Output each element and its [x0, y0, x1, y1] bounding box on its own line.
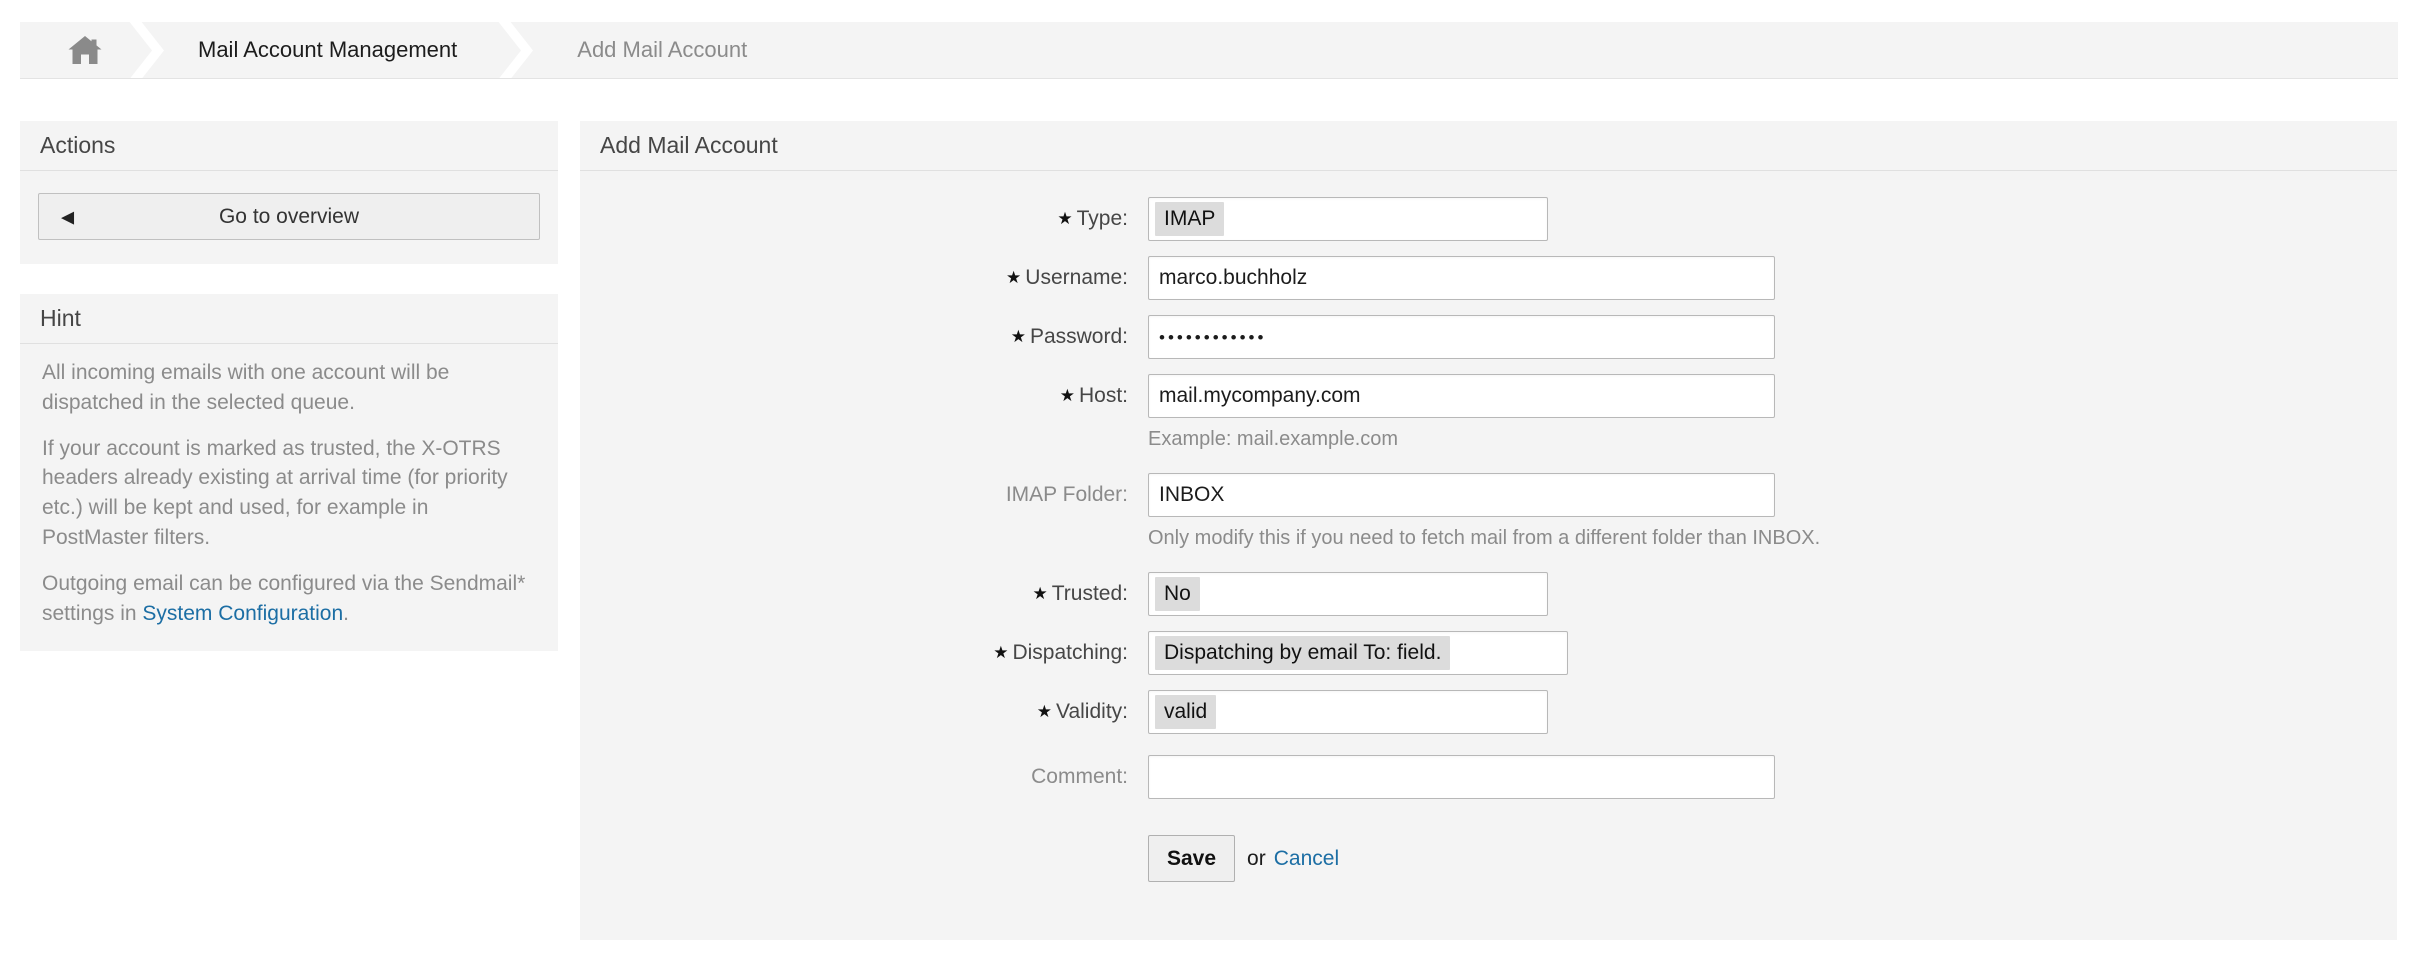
- form-row-validity: ★Validity: valid: [580, 690, 2397, 735]
- field-password: ••••••••••••: [1148, 315, 1775, 359]
- password-input[interactable]: ••••••••••••: [1148, 315, 1775, 359]
- breadcrumb-item-add-mail-account: Add Mail Account: [533, 22, 781, 78]
- actions-widget-body: ◀ Go to overview: [20, 171, 558, 264]
- trusted-select[interactable]: No: [1148, 572, 1548, 616]
- label-trusted-text: Trusted:: [1052, 582, 1128, 605]
- breadcrumb-label: Mail Account Management: [198, 37, 457, 63]
- host-note: Example: mail.example.com: [1148, 428, 1775, 451]
- breadcrumb-item-mail-account-management[interactable]: Mail Account Management: [164, 22, 491, 78]
- label-host: ★Host:: [580, 374, 1148, 419]
- form-row-host: ★Host: Example: mail.example.com: [580, 374, 2397, 451]
- label-dispatching: ★Dispatching:: [580, 631, 1148, 676]
- host-input[interactable]: [1148, 374, 1775, 418]
- label-username-text: Username:: [1025, 266, 1128, 289]
- field-dispatching: Dispatching by email To: field.: [1148, 631, 1568, 675]
- breadcrumb-separator-1: [122, 22, 164, 78]
- form-row-type: ★ Type: IMAP: [580, 197, 2397, 242]
- hint-paragraph-3-suffix: .: [343, 602, 349, 625]
- label-type-text: Type:: [1077, 207, 1128, 230]
- dispatching-select-value: Dispatching by email To: field.: [1155, 636, 1450, 670]
- actions-widget: Actions ◀ Go to overview: [20, 121, 558, 264]
- save-button[interactable]: Save: [1148, 835, 1235, 882]
- required-marker-icon: ★: [1060, 386, 1075, 405]
- label-password: ★Password:: [580, 315, 1148, 360]
- add-mail-account-form: ★Type: IMAP ★Username: ★Password: ••••••…: [580, 171, 2397, 882]
- hint-paragraph-3: Outgoing email can be configured via the…: [42, 569, 536, 629]
- form-row-password: ★Password: ••••••••••••: [580, 315, 2397, 360]
- imap-folder-input[interactable]: [1148, 473, 1775, 517]
- field-imap-folder: Only modify this if you need to fetch ma…: [1148, 473, 1820, 550]
- imap-folder-note: Only modify this if you need to fetch ma…: [1148, 527, 1820, 550]
- label-dispatching-text: Dispatching:: [1012, 641, 1128, 664]
- field-username: [1148, 256, 1775, 300]
- type-select[interactable]: IMAP: [1148, 197, 1548, 241]
- dispatching-select[interactable]: Dispatching by email To: field.: [1148, 631, 1568, 675]
- label-validity: ★Validity:: [580, 690, 1148, 735]
- username-input[interactable]: [1148, 256, 1775, 300]
- required-marker-icon: ★: [1037, 702, 1052, 721]
- sidebar: Actions ◀ Go to overview Hint All incomi…: [20, 121, 558, 681]
- label-comment-text: Comment:: [1031, 765, 1128, 788]
- submit-actions: Save or Cancel: [1148, 835, 1339, 882]
- comment-input[interactable]: [1148, 755, 1775, 799]
- label-validity-text: Validity:: [1056, 700, 1128, 723]
- label-host-text: Host:: [1079, 384, 1128, 407]
- field-type: IMAP: [1148, 197, 1548, 241]
- field-host: Example: mail.example.com: [1148, 374, 1775, 451]
- form-row-submit: Save or Cancel: [580, 835, 2397, 882]
- field-trusted: No: [1148, 572, 1548, 616]
- trusted-select-value: No: [1155, 577, 1200, 611]
- field-validity: valid: [1148, 690, 1548, 734]
- system-configuration-link[interactable]: System Configuration: [142, 602, 343, 625]
- form-row-imap-folder: IMAP Folder: Only modify this if you nee…: [580, 473, 2397, 550]
- label-password-text: Password:: [1030, 325, 1128, 348]
- caret-left-icon: ◀: [61, 208, 74, 225]
- form-row-dispatching: ★Dispatching: Dispatching by email To: f…: [580, 631, 2397, 676]
- home-icon: [68, 35, 102, 65]
- form-row-username: ★Username:: [580, 256, 2397, 301]
- hint-widget: Hint All incoming emails with one accoun…: [20, 294, 558, 651]
- form-row-comment: Comment:: [580, 755, 2397, 799]
- label-comment: Comment:: [580, 755, 1148, 799]
- required-marker-icon: ★: [1057, 209, 1072, 228]
- breadcrumb-separator-2: [491, 22, 533, 78]
- validity-select-value: valid: [1155, 695, 1216, 729]
- required-marker-icon: ★: [1033, 584, 1048, 603]
- hint-widget-title: Hint: [20, 294, 558, 344]
- go-to-overview-label: Go to overview: [219, 205, 359, 228]
- field-comment: [1148, 755, 1775, 799]
- go-to-overview-button[interactable]: ◀ Go to overview: [38, 193, 540, 240]
- breadcrumb: Mail Account Management Add Mail Account: [20, 22, 2398, 79]
- validity-select[interactable]: valid: [1148, 690, 1548, 734]
- cancel-link[interactable]: Cancel: [1274, 847, 1339, 871]
- form-row-trusted: ★Trusted: No: [580, 572, 2397, 617]
- actions-widget-title: Actions: [20, 121, 558, 171]
- breadcrumb-label: Add Mail Account: [577, 37, 747, 63]
- required-marker-icon: ★: [1011, 327, 1026, 346]
- required-marker-icon: ★: [1006, 268, 1021, 287]
- required-marker-icon: ★: [993, 643, 1008, 662]
- hint-paragraph-1: All incoming emails with one account wil…: [42, 358, 536, 418]
- page-title: Add Mail Account: [580, 121, 2397, 171]
- label-trusted: ★Trusted:: [580, 572, 1148, 617]
- label-username: ★Username:: [580, 256, 1148, 301]
- type-select-value: IMAP: [1155, 202, 1224, 236]
- label-imap-folder: IMAP Folder:: [580, 473, 1148, 517]
- password-masked-value: ••••••••••••: [1159, 328, 1266, 347]
- breadcrumb-item-home[interactable]: [20, 22, 122, 78]
- or-separator-label: or: [1247, 847, 1266, 871]
- hint-paragraph-2: If your account is marked as trusted, th…: [42, 434, 536, 553]
- hint-widget-body: All incoming emails with one account wil…: [20, 344, 558, 651]
- label-type: ★ Type:: [580, 197, 1148, 242]
- add-mail-account-panel: Add Mail Account ★Type: IMAP ★Username: …: [580, 121, 2397, 940]
- label-imap-folder-text: IMAP Folder:: [1006, 483, 1128, 506]
